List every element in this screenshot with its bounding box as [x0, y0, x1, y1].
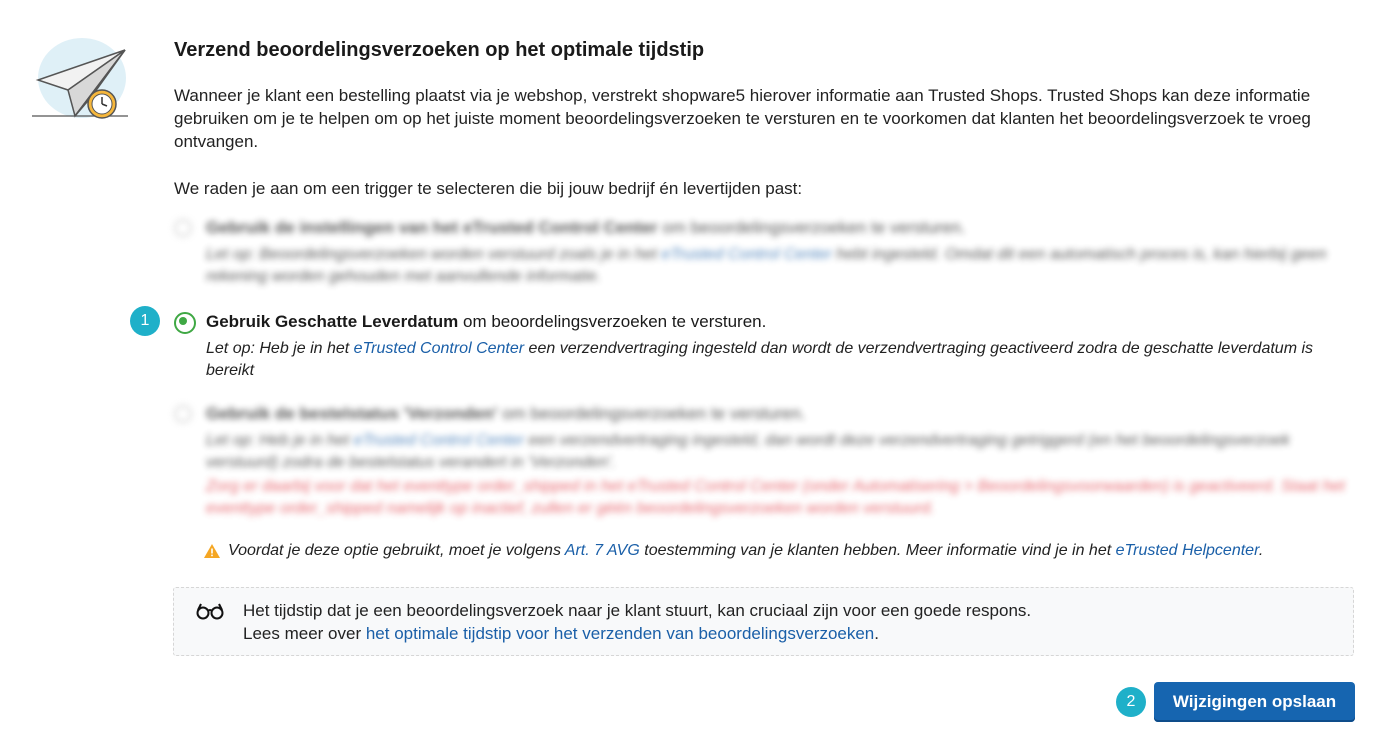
art7-avg-link[interactable]: Art. 7 AVG — [565, 542, 640, 559]
radio-order-shipped[interactable] — [174, 405, 192, 423]
step-badge-1: 1 — [130, 306, 160, 336]
page-title: Verzend beoordelingsverzoeken op het opt… — [174, 39, 705, 61]
radio-control-center[interactable] — [174, 219, 192, 237]
recommend-text: We raden je aan om een trigger te select… — [174, 179, 803, 198]
option-warning-note: Zorg er daarbij voor dat het eventtype o… — [206, 478, 1345, 517]
option-title: Gebruik Geschatte Leverdatum om beoordel… — [206, 312, 767, 331]
etrusted-link[interactable]: eTrusted Control Center — [354, 340, 524, 357]
optimal-time-link[interactable]: het optimale tijdstip voor het verzenden… — [366, 624, 874, 643]
tip-box: Het tijdstip dat je een beoordelingsverz… — [173, 587, 1354, 656]
helpcenter-link[interactable]: eTrusted Helpcenter — [1116, 542, 1259, 559]
content: Verzend beoordelingsverzoeken op het opt… — [174, 36, 1354, 200]
step-badge-2: 2 — [1116, 687, 1146, 717]
option-note: Let op: Heb je in het eTrusted Control C… — [206, 432, 1290, 471]
option-note: Let op: Beoordelingsverzoeken worden ver… — [206, 246, 1327, 285]
etrusted-link[interactable]: eTrusted Control Center — [354, 432, 524, 449]
option-title: Gebruik de instellingen van het eTrusted… — [206, 218, 966, 237]
glasses-icon — [196, 603, 224, 620]
tip-text: Het tijdstip dat je een beoordelingsverz… — [243, 601, 1032, 643]
option-note: Let op: Heb je in het eTrusted Control C… — [206, 340, 1314, 379]
save-changes-button[interactable]: Wijzigingen opslaan — [1154, 682, 1355, 722]
etrusted-link[interactable]: eTrusted Control Center — [661, 246, 831, 263]
option-title: Gebruik de bestelstatus 'Verzonden' om b… — [206, 404, 806, 423]
intro-text: Wanneer je klant een bestelling plaatst … — [174, 86, 1311, 151]
warning-triangle-icon — [204, 544, 220, 558]
paper-plane-clock-icon — [32, 38, 128, 119]
gdpr-warning: Voordat je deze optie gebruikt, moet je … — [204, 540, 1263, 562]
radio-estimated-delivery[interactable] — [174, 312, 196, 334]
